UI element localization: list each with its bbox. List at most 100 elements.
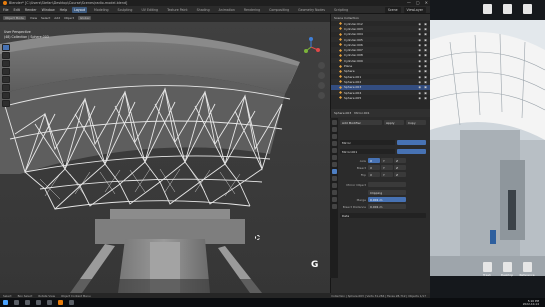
eye-visibility-icon[interactable]: ◉ xyxy=(418,27,421,31)
data-subpanel[interactable]: Data xyxy=(340,213,426,218)
orientation-selector[interactable]: Global xyxy=(77,16,92,20)
eye-visibility-icon[interactable]: ◉ xyxy=(418,22,421,26)
tool-cursor[interactable] xyxy=(2,52,10,59)
tab-world-icon[interactable] xyxy=(331,155,337,160)
viewport-menu-select[interactable]: Select xyxy=(41,16,50,20)
workspace-tab-uv-editing[interactable]: UV Editing xyxy=(139,7,160,13)
modifier-mirror001-name[interactable]: Mirror.001 xyxy=(340,149,395,154)
tab-output-icon[interactable] xyxy=(331,134,337,139)
eye-visibility-icon[interactable]: ◉ xyxy=(418,43,421,47)
axis-y-toggle[interactable]: Y xyxy=(381,158,393,163)
pan-hand-icon[interactable] xyxy=(318,72,325,79)
tool-measure[interactable] xyxy=(2,100,10,107)
eye-visibility-icon[interactable]: ◉ xyxy=(418,80,421,84)
render-visibility-icon[interactable]: ▣ xyxy=(424,22,427,26)
apply-button[interactable]: Apply xyxy=(384,120,404,125)
add-modifier-button[interactable]: Add Modifier xyxy=(340,120,382,125)
workspace-tab-scripting[interactable]: Scripting xyxy=(332,7,350,13)
menu-help[interactable]: Help xyxy=(60,8,68,12)
tab-scene-icon[interactable] xyxy=(331,148,337,153)
render-visibility-icon[interactable]: ▣ xyxy=(424,27,427,31)
desktop-icon-reference[interactable]: Reference xyxy=(518,262,536,277)
blender-taskbar-icon[interactable] xyxy=(58,300,63,305)
clipping-checkbox[interactable]: Clipping xyxy=(368,190,406,195)
menu-file[interactable]: File xyxy=(3,8,9,12)
flip-y-toggle[interactable]: Y xyxy=(381,172,393,177)
workspace-tab-sculpting[interactable]: Sculpting xyxy=(116,7,135,13)
bisect-distance-field[interactable]: 0.001 m xyxy=(368,204,406,209)
render-visibility-icon[interactable]: ▣ xyxy=(424,96,427,100)
render-visibility-icon[interactable]: ▣ xyxy=(424,53,427,57)
maximize-icon[interactable]: ▢ xyxy=(416,0,420,5)
workspace-tab-rendering[interactable]: Rendering xyxy=(242,7,262,13)
clock[interactable]: 5:16 PM 2022-10-14 xyxy=(523,299,545,306)
bisect-x-toggle[interactable]: X xyxy=(368,165,380,170)
tab-tool-icon[interactable] xyxy=(331,120,337,125)
tab-physics-icon[interactable] xyxy=(331,183,337,188)
tab-modifier-icon[interactable] xyxy=(331,169,337,174)
axis-z-toggle[interactable]: Z xyxy=(394,158,406,163)
viewport-menu-add[interactable]: Add xyxy=(54,16,60,20)
scene-selector[interactable]: Scene xyxy=(384,6,401,13)
navigation-gizmo[interactable] xyxy=(300,36,322,58)
desktop-icon-trash[interactable]: Trash xyxy=(478,262,496,277)
bisect-y-toggle[interactable]: Y xyxy=(381,165,393,170)
mirror-object-field[interactable] xyxy=(368,182,406,187)
modifier-mirror-toggles[interactable] xyxy=(397,140,426,145)
3d-viewport[interactable]: Object Mode View Select Add Object Globa… xyxy=(0,14,330,293)
eye-visibility-icon[interactable]: ◉ xyxy=(418,64,421,68)
render-visibility-icon[interactable]: ▣ xyxy=(424,43,427,47)
minimize-icon[interactable]: — xyxy=(407,0,411,5)
app-icon[interactable] xyxy=(69,300,74,305)
render-visibility-icon[interactable]: ▣ xyxy=(424,48,427,52)
workspace-tab-modeling[interactable]: Modeling xyxy=(92,7,111,13)
eye-visibility-icon[interactable]: ◉ xyxy=(418,53,421,57)
eye-visibility-icon[interactable]: ◉ xyxy=(418,69,421,73)
copy-button[interactable]: Copy xyxy=(406,120,426,125)
eye-visibility-icon[interactable]: ◉ xyxy=(418,38,421,42)
start-icon[interactable] xyxy=(3,300,8,305)
flip-z-toggle[interactable]: Z xyxy=(394,172,406,177)
desktop-icon-top-1[interactable] xyxy=(478,4,496,15)
task-view-icon[interactable] xyxy=(25,300,30,305)
outliner-search[interactable]: Scene Collection xyxy=(334,16,359,20)
render-visibility-icon[interactable]: ▣ xyxy=(424,80,427,84)
merge-value-field[interactable]: 0.001 m xyxy=(368,197,406,202)
bisect-z-toggle[interactable]: Z xyxy=(394,165,406,170)
eye-visibility-icon[interactable]: ◉ xyxy=(418,75,421,79)
tool-select-box[interactable] xyxy=(2,44,10,51)
desktop-icon-top-3[interactable] xyxy=(518,4,536,15)
viewport-menu-object[interactable]: Object xyxy=(64,16,74,20)
tab-object-icon[interactable] xyxy=(331,162,337,167)
tool-move[interactable] xyxy=(2,60,10,67)
tab-render-icon[interactable] xyxy=(331,127,337,132)
render-visibility-icon[interactable]: ▣ xyxy=(424,32,427,36)
tool-transform[interactable] xyxy=(2,84,10,91)
mode-selector[interactable]: Object Mode xyxy=(3,16,26,20)
eye-visibility-icon[interactable]: ◉ xyxy=(418,59,421,63)
view-layer-selector[interactable]: ViewLayer xyxy=(403,6,426,13)
menu-render[interactable]: Render xyxy=(25,8,37,12)
eye-visibility-icon[interactable]: ◉ xyxy=(418,32,421,36)
axis-x-toggle[interactable]: X xyxy=(368,158,380,163)
file-explorer-icon[interactable] xyxy=(36,300,41,305)
workspace-tab-geometry-nodes[interactable]: Geometry Nodes xyxy=(296,7,327,13)
search-icon[interactable] xyxy=(14,300,19,305)
workspace-tab-shading[interactable]: Shading xyxy=(195,7,212,13)
render-visibility-icon[interactable]: ▣ xyxy=(424,75,427,79)
desktop-icon-top-2[interactable] xyxy=(498,4,516,15)
render-visibility-icon[interactable]: ▣ xyxy=(424,85,427,89)
workspace-tab-layout[interactable]: Layout xyxy=(72,6,88,13)
outliner-row[interactable]: Sphere.005 ◉ ▣ xyxy=(331,95,430,100)
menu-edit[interactable]: Edit xyxy=(14,8,20,12)
tool-annotate[interactable] xyxy=(2,92,10,99)
eye-visibility-icon[interactable]: ◉ xyxy=(418,85,421,89)
render-visibility-icon[interactable]: ▣ xyxy=(424,69,427,73)
tab-constraints-icon[interactable] xyxy=(331,190,337,195)
workspace-tab-animation[interactable]: Animation xyxy=(217,7,237,13)
eye-visibility-icon[interactable]: ◉ xyxy=(418,91,421,95)
render-visibility-icon[interactable]: ▣ xyxy=(424,38,427,42)
browser-icon[interactable] xyxy=(47,300,52,305)
camera-view-icon[interactable] xyxy=(318,82,325,89)
eye-visibility-icon[interactable]: ◉ xyxy=(418,48,421,52)
